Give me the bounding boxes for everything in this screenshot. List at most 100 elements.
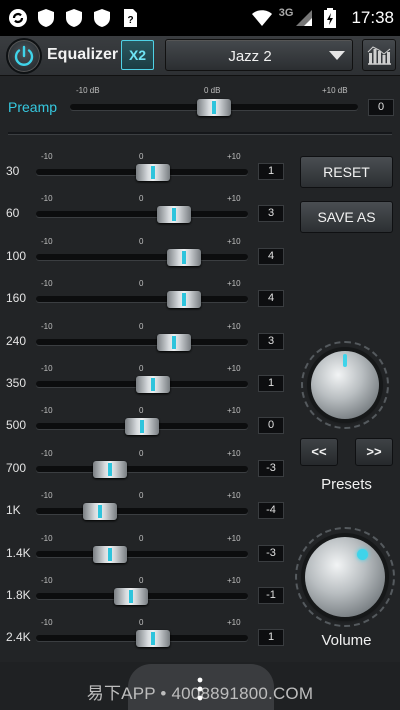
clock: 17:38 (351, 8, 394, 27)
volume-dial-indicator (357, 549, 368, 560)
network-type: 3G (278, 7, 294, 19)
band-scale-min: -10 (41, 406, 53, 416)
band-scale-min: -10 (41, 152, 53, 161)
previous-preset-button[interactable]: << (300, 438, 338, 466)
band-slider-handle[interactable] (156, 206, 191, 224)
battery-charging-icon (323, 8, 343, 28)
band-scale-min: -10 (41, 194, 53, 204)
band-scale-min: -10 (41, 279, 53, 289)
sync-app-icon (8, 8, 28, 28)
band-slider-handle[interactable] (93, 460, 128, 478)
band-scale-max: +10 (227, 491, 241, 501)
shield-icon (36, 8, 56, 28)
wifi-icon (251, 8, 272, 28)
band-frequency-label: 240 (6, 333, 27, 348)
band-slider-handle[interactable] (156, 333, 191, 351)
band-scale-mid: 0 (139, 152, 144, 161)
band-slider-handle[interactable] (82, 503, 117, 521)
band-scale-max: +10 (227, 236, 241, 246)
band-scale-max: +10 (227, 533, 241, 543)
divider (8, 132, 392, 135)
band-frequency-label: 1K (6, 503, 21, 518)
x2-toggle-button[interactable]: X2 (121, 40, 154, 70)
band-scale-max: +10 (227, 321, 241, 331)
band-slider-handle[interactable] (114, 588, 149, 605)
band-frequency-label: 2.4K (6, 630, 31, 645)
band-value: 4 (258, 247, 284, 265)
band-value: 1 (258, 163, 284, 180)
next-preset-button[interactable]: >> (355, 438, 393, 466)
preamp-slider-handle[interactable] (197, 99, 231, 116)
band-slider-handle[interactable] (135, 630, 170, 648)
preamp-label: Preamp (8, 99, 58, 115)
volume-dial[interactable] (305, 537, 385, 617)
reset-button[interactable]: RESET (300, 156, 393, 188)
band-slider-handle[interactable] (135, 376, 170, 393)
band-value: -3 (258, 544, 284, 562)
band-scale-min: -10 (41, 321, 53, 331)
cell-signal-icon (295, 8, 315, 28)
band-scale-mid: 0 (139, 364, 144, 373)
preamp-scale-min: -10 dB (76, 86, 100, 95)
band-frequency-label: 350 (6, 376, 27, 390)
band-scale-max: +10 (227, 364, 241, 373)
band-frequency-label: 100 (6, 248, 27, 263)
power-button[interactable] (6, 38, 42, 74)
band-value: -3 (258, 459, 284, 477)
band-scale-max: +10 (227, 279, 241, 289)
status-bar: ? 3G 17:38 (0, 0, 400, 36)
svg-text:?: ? (127, 15, 133, 26)
preset-dropdown[interactable]: Jazz 2 (165, 39, 353, 71)
band-scale-mid: 0 (139, 236, 144, 246)
band-slider-track[interactable] (36, 296, 248, 303)
band-slider-handle[interactable] (167, 291, 202, 309)
band-scale-max: +10 (227, 194, 241, 204)
band-slider-track[interactable] (36, 253, 248, 260)
presets-dial[interactable] (311, 351, 379, 419)
eq-graph-button[interactable] (362, 39, 396, 71)
page-title: Equalizer (47, 46, 119, 63)
band-scale-mid: 0 (139, 406, 144, 416)
power-icon (14, 45, 34, 66)
band-frequency-label: 1.8K (6, 588, 31, 602)
band-scale-mid: 0 (139, 194, 144, 204)
band-slider-track[interactable] (36, 465, 248, 472)
system-icons: 3G 17:38 (251, 0, 394, 36)
shield-icon (92, 8, 112, 28)
band-slider-handle[interactable] (93, 545, 128, 563)
band-frequency-label: 160 (6, 291, 27, 306)
save-as-button[interactable]: SAVE AS (300, 201, 393, 233)
chevron-down-icon (329, 51, 345, 60)
band-slider-track[interactable] (36, 211, 248, 218)
band-scale-max: +10 (227, 448, 241, 458)
band-slider-handle[interactable] (125, 418, 159, 436)
band-slider-track[interactable] (36, 550, 248, 557)
band-scale-max: +10 (227, 618, 241, 628)
band-scale-mid: 0 (139, 448, 144, 458)
more-dots-icon[interactable] (197, 676, 203, 702)
band-scale-max: +10 (227, 152, 241, 161)
band-frequency-label: 700 (6, 460, 27, 475)
presets-label: Presets (321, 476, 372, 493)
band-frequency-label: 30 (6, 164, 20, 178)
band-value: 3 (258, 205, 284, 223)
bar-graph-icon (367, 46, 391, 65)
band-slider-track[interactable] (36, 338, 248, 345)
shield-icon (64, 8, 84, 28)
preset-selected-value: Jazz 2 (228, 48, 272, 65)
band-slider-handle[interactable] (167, 248, 202, 266)
band-scale-min: -10 (41, 236, 53, 246)
band-scale-min: -10 (41, 448, 53, 458)
band-slider-track[interactable] (36, 508, 248, 515)
band-frequency-label: 500 (6, 418, 27, 433)
band-value: 4 (258, 290, 284, 308)
band-scale-mid: 0 (139, 618, 144, 628)
sim-card-icon: ? (120, 8, 140, 28)
band-scale-min: -10 (41, 364, 53, 373)
band-scale-mid: 0 (139, 576, 144, 585)
band-scale-max: +10 (227, 576, 241, 585)
band-scale-min: -10 (41, 491, 53, 501)
band-scale-min: -10 (41, 533, 53, 543)
band-value: 0 (258, 417, 284, 435)
band-slider-handle[interactable] (135, 164, 170, 181)
